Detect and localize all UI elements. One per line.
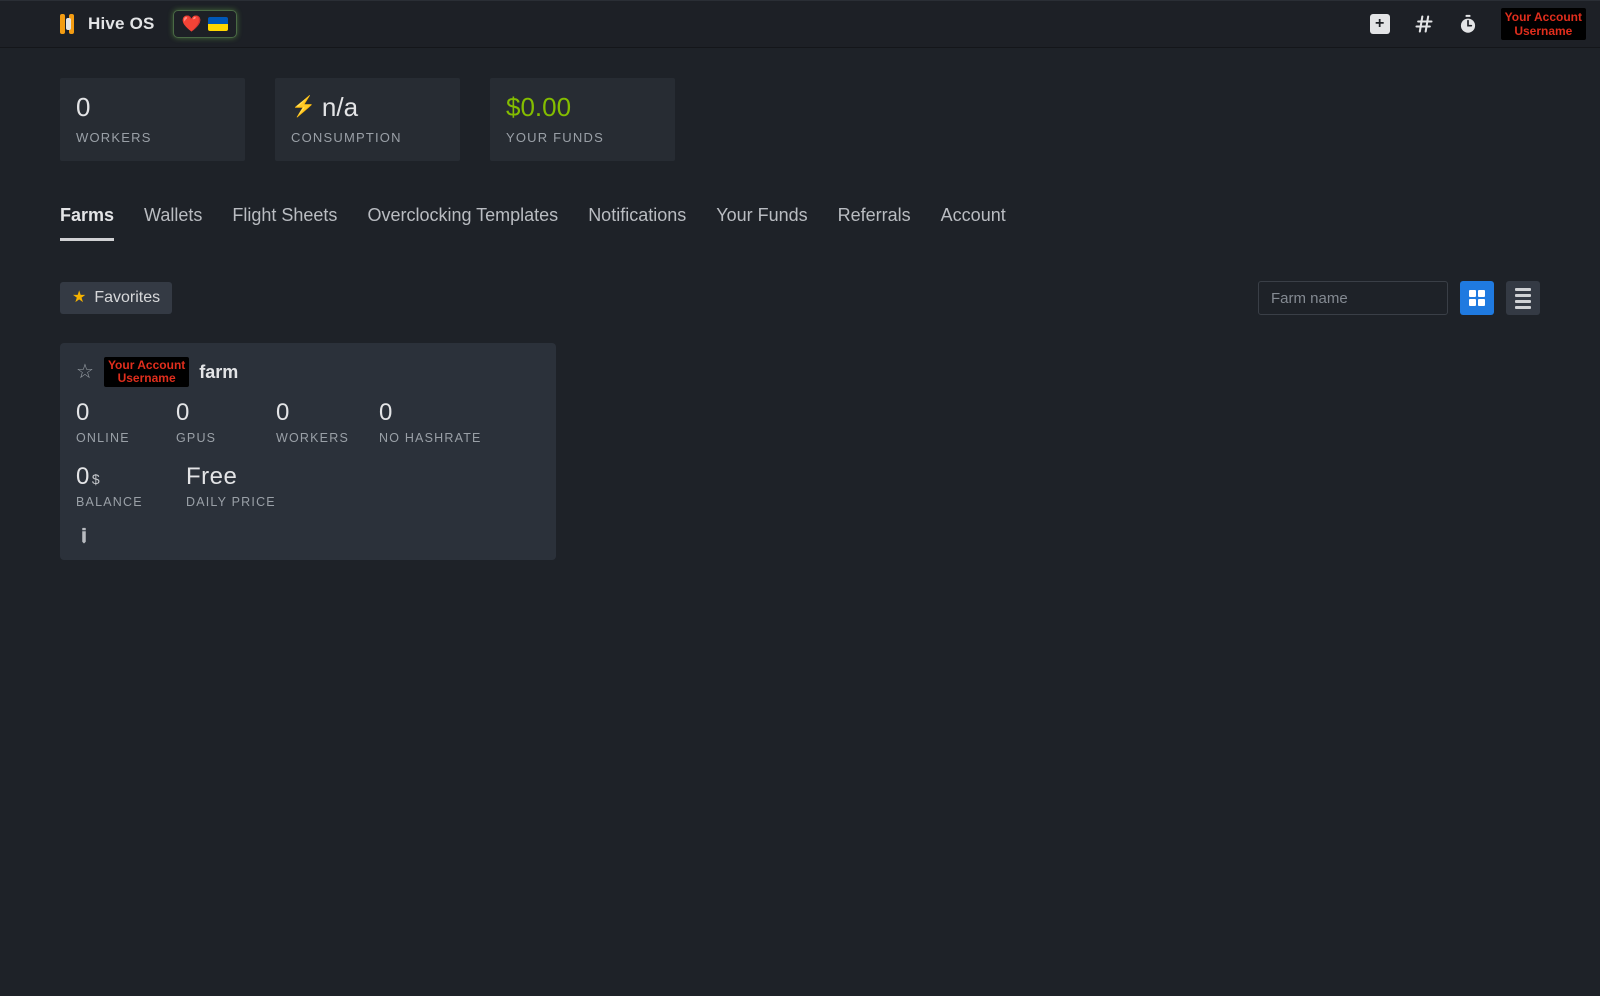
hash-button[interactable] bbox=[1413, 13, 1435, 35]
main-content: 0 WORKERS ⚡ n/a CONSUMPTION $0.00 YOUR F… bbox=[0, 48, 1600, 560]
farm-stat-workers: 0 WORKERS bbox=[276, 399, 349, 445]
list-icon bbox=[1515, 288, 1531, 309]
farm-stat-gpus: 0 GPUS bbox=[176, 399, 246, 445]
balance-num: 0 bbox=[76, 463, 90, 490]
tab-overclocking-templates[interactable]: Overclocking Templates bbox=[367, 205, 558, 241]
owner-line1: Your Account bbox=[108, 358, 185, 372]
stopwatch-icon bbox=[1458, 14, 1478, 34]
daily-value: Free bbox=[186, 463, 276, 491]
star-filled-icon: ★ bbox=[72, 290, 86, 306]
view-list-button[interactable] bbox=[1506, 281, 1540, 315]
account-line1: Your Account bbox=[1505, 10, 1582, 24]
search-box[interactable] bbox=[1258, 281, 1448, 315]
tab-wallets[interactable]: Wallets bbox=[144, 205, 202, 241]
farm-owner: Your Account Username bbox=[104, 357, 189, 387]
tab-account[interactable]: Account bbox=[941, 205, 1006, 241]
tab-farms[interactable]: Farms bbox=[60, 205, 114, 241]
stat-consumption-label: CONSUMPTION bbox=[291, 130, 438, 145]
nav-tabs: Farms Wallets Flight Sheets Overclocking… bbox=[60, 205, 1540, 241]
workers-label: WORKERS bbox=[276, 431, 349, 445]
tab-your-funds[interactable]: Your Funds bbox=[716, 205, 807, 241]
brand-logo[interactable]: Hive OS bbox=[60, 14, 155, 34]
daily-label: DAILY PRICE bbox=[186, 495, 276, 509]
view-grid-button[interactable] bbox=[1460, 281, 1494, 315]
balance-unit: $ bbox=[92, 471, 100, 487]
toolbar-right bbox=[1258, 281, 1540, 315]
brand-name: Hive OS bbox=[88, 14, 155, 34]
stat-workers-label: WORKERS bbox=[76, 130, 223, 145]
stat-consumption[interactable]: ⚡ n/a CONSUMPTION bbox=[275, 78, 460, 161]
consumption-text: n/a bbox=[322, 94, 358, 120]
farm-stat-online: 0 ONLINE bbox=[76, 399, 146, 445]
search-input[interactable] bbox=[1269, 289, 1472, 308]
heart-icon: ❤️ bbox=[182, 14, 202, 34]
farm-stat-balance: 0$ BALANCE bbox=[76, 463, 146, 509]
stopwatch-button[interactable] bbox=[1457, 13, 1479, 35]
hiveos-logo-icon bbox=[60, 14, 78, 34]
balance-label: BALANCE bbox=[76, 495, 146, 509]
grid-icon bbox=[1469, 290, 1485, 306]
farm-title: farm bbox=[199, 362, 238, 383]
hashrate-label: NO HASHRATE bbox=[379, 431, 482, 445]
favorite-toggle[interactable]: ☆ bbox=[76, 362, 94, 382]
owner-line2: Username bbox=[118, 371, 176, 385]
account-menu[interactable]: Your Account Username bbox=[1501, 8, 1586, 40]
header-actions: + Your Account Username bbox=[1369, 8, 1586, 40]
pencil-icon bbox=[73, 524, 96, 547]
app-header: Hive OS ❤️ + Your Account Username bbox=[0, 0, 1600, 48]
tab-referrals[interactable]: Referrals bbox=[838, 205, 911, 241]
farm-stats-row1: 0 ONLINE 0 GPUS 0 WORKERS 0 NO HASHRATE bbox=[76, 399, 540, 445]
stat-funds-label: YOUR FUNDS bbox=[506, 130, 653, 145]
hashrate-value: 0 bbox=[379, 399, 482, 427]
ukraine-flag-icon bbox=[208, 17, 228, 31]
stat-consumption-value: ⚡ n/a bbox=[291, 94, 438, 120]
edit-farm-button[interactable] bbox=[73, 524, 96, 547]
tab-notifications[interactable]: Notifications bbox=[588, 205, 686, 241]
online-label: ONLINE bbox=[76, 431, 146, 445]
account-line2: Username bbox=[1514, 24, 1572, 38]
farm-actions bbox=[76, 527, 540, 548]
gpus-label: GPUS bbox=[176, 431, 246, 445]
workers-value: 0 bbox=[276, 399, 349, 427]
farms-toolbar: ★ Favorites bbox=[60, 281, 1540, 315]
gpus-value: 0 bbox=[176, 399, 246, 427]
stat-workers[interactable]: 0 WORKERS bbox=[60, 78, 245, 161]
favorites-button[interactable]: ★ Favorites bbox=[60, 282, 172, 314]
bolt-icon: ⚡ bbox=[291, 97, 316, 117]
stat-funds[interactable]: $0.00 YOUR FUNDS bbox=[490, 78, 675, 161]
farm-stats-row2: 0$ BALANCE Free DAILY PRICE bbox=[76, 463, 540, 509]
support-ukraine-badge[interactable]: ❤️ bbox=[173, 10, 237, 38]
farm-stat-hashrate: 0 NO HASHRATE bbox=[379, 399, 482, 445]
stat-funds-value: $0.00 bbox=[506, 94, 653, 120]
favorites-label: Favorites bbox=[94, 289, 160, 307]
farms-grid: ☆ Your Account Username farm 0 ONLINE 0 … bbox=[60, 343, 1540, 560]
farm-stat-daily-price: Free DAILY PRICE bbox=[186, 463, 276, 509]
farm-header: ☆ Your Account Username farm bbox=[76, 357, 540, 387]
stat-workers-value: 0 bbox=[76, 94, 223, 120]
summary-stats: 0 WORKERS ⚡ n/a CONSUMPTION $0.00 YOUR F… bbox=[60, 78, 1540, 161]
tab-flight-sheets[interactable]: Flight Sheets bbox=[232, 205, 337, 241]
add-button[interactable]: + bbox=[1369, 13, 1391, 35]
plus-icon: + bbox=[1370, 14, 1390, 34]
hash-icon bbox=[1414, 14, 1434, 34]
balance-value: 0$ bbox=[76, 463, 146, 491]
online-value: 0 bbox=[76, 399, 146, 427]
farm-card[interactable]: ☆ Your Account Username farm 0 ONLINE 0 … bbox=[60, 343, 556, 560]
